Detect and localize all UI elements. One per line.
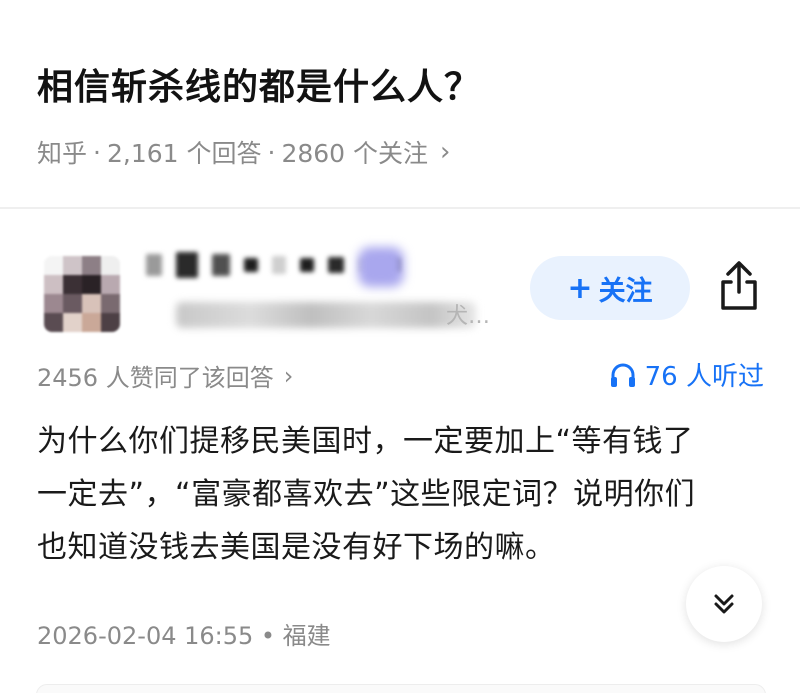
author-bio-ellipsis: 犬… (446, 304, 491, 329)
meta-separator: · (93, 137, 101, 167)
upvote-summary[interactable]: 2456 人赞同了该回答 › (37, 358, 293, 393)
question-meta[interactable]: 知乎 · 2,161 个回答 · 2860 个关注 › (37, 134, 450, 170)
answer-line: 一定去”，“富豪都喜欢去”这些限定词？说明你们 (37, 477, 696, 512)
collapse-button[interactable] (686, 566, 762, 642)
question-source: 知乎 (37, 139, 88, 168)
chevron-right-icon: › (283, 361, 294, 390)
answer-page: 相信斩杀线的都是什么人？ 知乎 · 2,161 个回答 · 2860 个关注 ›… (0, 0, 800, 693)
section-divider (0, 207, 800, 209)
author-bio-redacted (176, 302, 476, 328)
avatar[interactable] (44, 256, 120, 332)
listen-text: 76 人听过 (644, 362, 764, 392)
meta-separator: · (267, 137, 276, 167)
share-icon (721, 261, 757, 310)
answer-line: 为什么你们提移民美国时，一定要加上“等有钱了 (37, 424, 694, 459)
plus-icon: + (567, 270, 593, 306)
follow-button[interactable]: + 关注 (530, 256, 690, 320)
answer-timestamp: 2026-02-04 16:55 • 福建 (37, 622, 331, 650)
share-button[interactable] (713, 258, 765, 314)
listen-count[interactable]: 76 人听过 (609, 356, 764, 393)
author-badge-redacted (358, 247, 404, 287)
chevron-double-down-icon (714, 594, 734, 614)
question-title[interactable]: 相信斩杀线的都是什么人？ (37, 58, 481, 110)
next-card-edge (36, 684, 766, 693)
follow-count: 2860 个关注 (281, 139, 429, 168)
headphones-icon (610, 363, 635, 387)
answer-count: 2,161 个回答 (106, 139, 262, 168)
answer-line: 也知道没钱去美国是没有好下场的嘛。 (37, 530, 556, 565)
answer-body[interactable]: 为什么你们提移民美国时，一定要加上“等有钱了 一定去”，“富豪都喜欢去”这些限定… (37, 415, 767, 574)
chevron-right-icon: › (440, 137, 451, 167)
follow-label: 关注 (598, 275, 653, 307)
upvote-text: 2456 人赞同了该回答 (37, 364, 274, 392)
